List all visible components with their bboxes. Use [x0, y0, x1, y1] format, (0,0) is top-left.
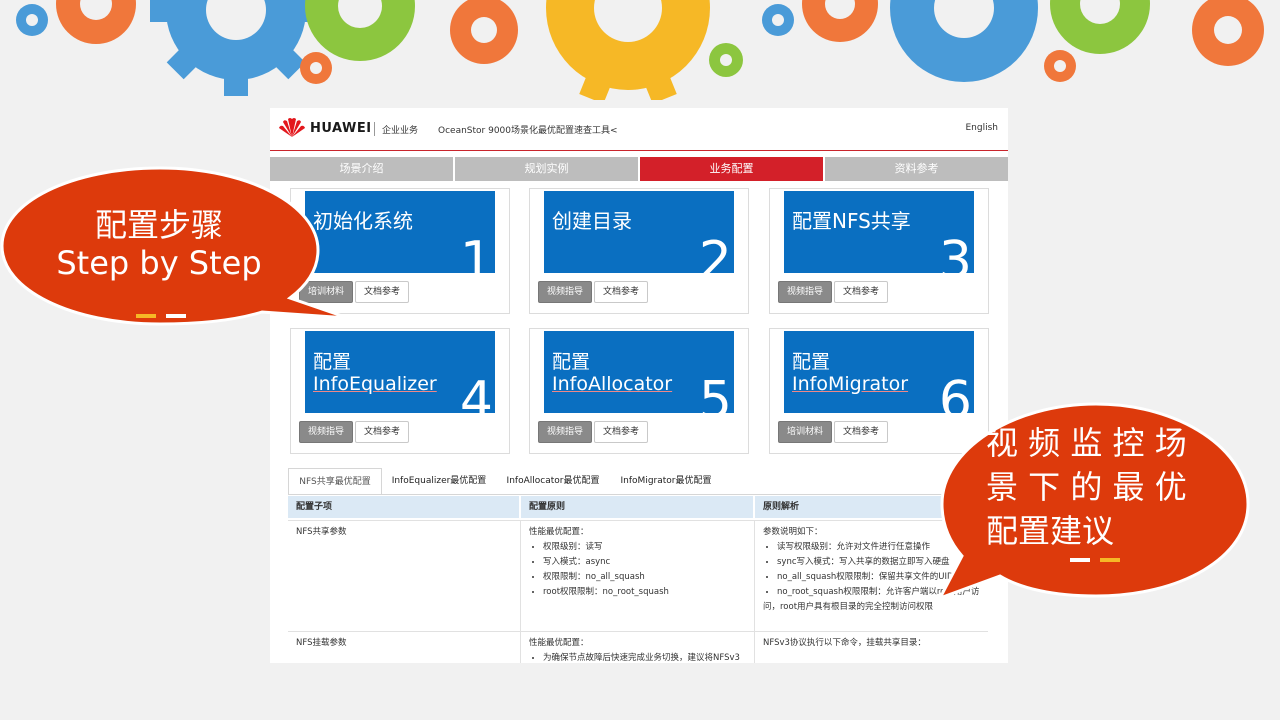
main-nav: 场景介绍 规划实例 业务配置 资料参考 — [270, 157, 1008, 181]
column-header: 配置子项 — [288, 496, 519, 518]
principle-item: root权限限制：no_root_squash — [543, 585, 748, 600]
table-row: NFS挂载参数 性能最优配置： 为确保节点故障后快速完成业务切换，建议将NFSv… — [288, 631, 988, 663]
callout-title-en: Step by Step — [56, 244, 262, 282]
principle-item: 写入模式：async — [543, 555, 748, 570]
principle-intro: 性能最优配置： — [529, 527, 589, 537]
site-header: HUAWEI 企业业务 OceanStor 9000场景化最优配置速查工具< E… — [270, 108, 1008, 152]
tool-title: OceanStor 9000场景化最优配置速查工具< — [438, 126, 618, 136]
step-title-line1: 配置 — [792, 351, 831, 373]
step-title-line1: 配置 — [313, 351, 352, 373]
config-item-cell: NFS挂载参数 — [296, 638, 347, 648]
doc-reference-button[interactable]: 文档参考 — [834, 281, 888, 303]
step-title-line1: 配置 — [552, 351, 591, 373]
step-tile[interactable]: 配置 InfoAllocator 5 — [544, 331, 734, 413]
callout-line: 配置建议 — [986, 512, 1115, 550]
brand-name: HUAWEI — [310, 121, 372, 136]
gear-icon — [709, 43, 743, 77]
step-tile[interactable]: 配置 InfoEqualizer 4 — [305, 331, 495, 413]
principle-item: 为确保节点故障后快速完成业务切换，建议将NFSv3 — [543, 651, 748, 663]
config-subtabs: NFS共享最优配置 InfoEqualizer最优配置 InfoAllocato… — [288, 468, 988, 495]
gear-icon — [450, 0, 518, 64]
step-number: 2 — [698, 231, 732, 273]
header-rule — [270, 150, 1008, 151]
config-item-cell: NFS共享参数 — [296, 527, 347, 537]
callout-line: 视 频 监 控 场 — [986, 424, 1187, 462]
english-link[interactable]: English — [966, 123, 999, 133]
table-row: NFS共享参数 性能最优配置： 权限级别：读写 写入模式：async 权限限制：… — [288, 520, 988, 632]
gear-icon — [1192, 0, 1264, 66]
step-card-2: 创建目录 2 视频指导 文档参考 — [529, 188, 749, 314]
video-guide-button[interactable]: 视频指导 — [538, 281, 592, 303]
tab-planning-examples[interactable]: 规划实例 — [455, 157, 638, 181]
gear-icon — [1044, 50, 1076, 82]
step-card-4: 配置 InfoEqualizer 4 视频指导 文档参考 — [290, 328, 510, 454]
principle-intro: 性能最优配置： — [529, 638, 589, 648]
video-guide-button[interactable]: 视频指导 — [538, 421, 592, 443]
callout-line: 景 下 的 最 优 — [986, 468, 1187, 506]
gear-icon — [150, 0, 322, 96]
training-materials-button[interactable]: 培训材料 — [778, 421, 832, 443]
callout-step-by-step: 配置步骤 Step by Step — [0, 166, 352, 326]
web-page: HUAWEI 企业业务 OceanStor 9000场景化最优配置速查工具< E… — [270, 108, 1008, 663]
analysis-cell: NFSv3协议执行以下命令，挂载共享目录： — [755, 632, 988, 651]
subtab-rule — [288, 494, 988, 495]
step-title: 创建目录 — [552, 209, 632, 233]
tab-references[interactable]: 资料参考 — [825, 157, 1008, 181]
subtab-infoallocator[interactable]: InfoAllocator最优配置 — [498, 468, 608, 494]
callout-title-cn: 配置步骤 — [94, 206, 223, 244]
step-number: 4 — [459, 371, 493, 413]
step-tile[interactable]: 创建目录 2 — [544, 191, 734, 273]
step-card-3: 配置NFS共享 3 视频指导 文档参考 — [769, 188, 989, 314]
step-number: 1 — [459, 231, 493, 273]
principle-item: 权限限制：no_all_squash — [543, 570, 748, 585]
callout-dash — [166, 314, 186, 318]
doc-reference-button[interactable]: 文档参考 — [594, 421, 648, 443]
step-tile[interactable]: 配置NFS共享 3 — [784, 191, 974, 273]
doc-reference-button[interactable]: 文档参考 — [355, 281, 409, 303]
gear-icon — [300, 52, 332, 84]
division-label: 企业业务 — [382, 126, 419, 136]
analysis-continuation: 问，root用户具有根目录的完全控制访问权限 — [763, 602, 934, 612]
step-number: 3 — [938, 231, 972, 273]
principle-cell: 性能最优配置： 权限级别：读写 写入模式：async 权限限制：no_all_s… — [521, 521, 754, 600]
column-header: 配置原则 — [521, 496, 753, 518]
gear-icon — [802, 0, 878, 42]
step-card-5: 配置 InfoAllocator 5 视频指导 文档参考 — [529, 328, 749, 454]
tab-business-config[interactable]: 业务配置 — [640, 157, 823, 181]
principle-cell: 性能最优配置： 为确保节点故障后快速完成业务切换，建议将NFSv3 — [521, 632, 754, 663]
gear-icon — [305, 0, 415, 61]
gears-decoration — [16, 0, 1264, 100]
step-title-line2: InfoEqualizer — [313, 373, 437, 395]
gear-icon — [762, 4, 794, 36]
principle-item: 权限级别：读写 — [543, 540, 748, 555]
gear-icon — [546, 0, 710, 100]
doc-reference-button[interactable]: 文档参考 — [834, 421, 888, 443]
step-title: 配置NFS共享 — [792, 209, 911, 233]
step-title-line2: InfoAllocator — [552, 373, 673, 395]
video-guide-button[interactable]: 视频指导 — [299, 421, 353, 443]
analysis-intro: NFSv3协议执行以下命令，挂载共享目录： — [763, 638, 926, 648]
callout-dash — [136, 314, 156, 318]
doc-reference-button[interactable]: 文档参考 — [594, 281, 648, 303]
subtab-infomigrator[interactable]: InfoMigrator最优配置 — [612, 468, 720, 494]
huawei-logo-icon — [279, 118, 305, 137]
callout-dash — [1070, 558, 1090, 562]
callout-video-surveillance: 视 频 监 控 场 景 下 的 最 优 配置建议 — [930, 400, 1252, 601]
subtab-nfs[interactable]: NFS共享最优配置 — [288, 468, 382, 495]
gear-icon — [1050, 0, 1150, 54]
subtab-infoequalizer[interactable]: InfoEqualizer最优配置 — [384, 468, 494, 494]
gear-icon — [890, 0, 1038, 82]
step-number: 5 — [698, 371, 732, 413]
header-divider — [374, 122, 375, 136]
video-guide-button[interactable]: 视频指导 — [778, 281, 832, 303]
step-title-line2: InfoMigrator — [792, 373, 909, 395]
callout-dash — [1100, 558, 1120, 562]
doc-reference-button[interactable]: 文档参考 — [355, 421, 409, 443]
gear-icon — [16, 4, 48, 36]
gear-icon — [56, 0, 136, 44]
